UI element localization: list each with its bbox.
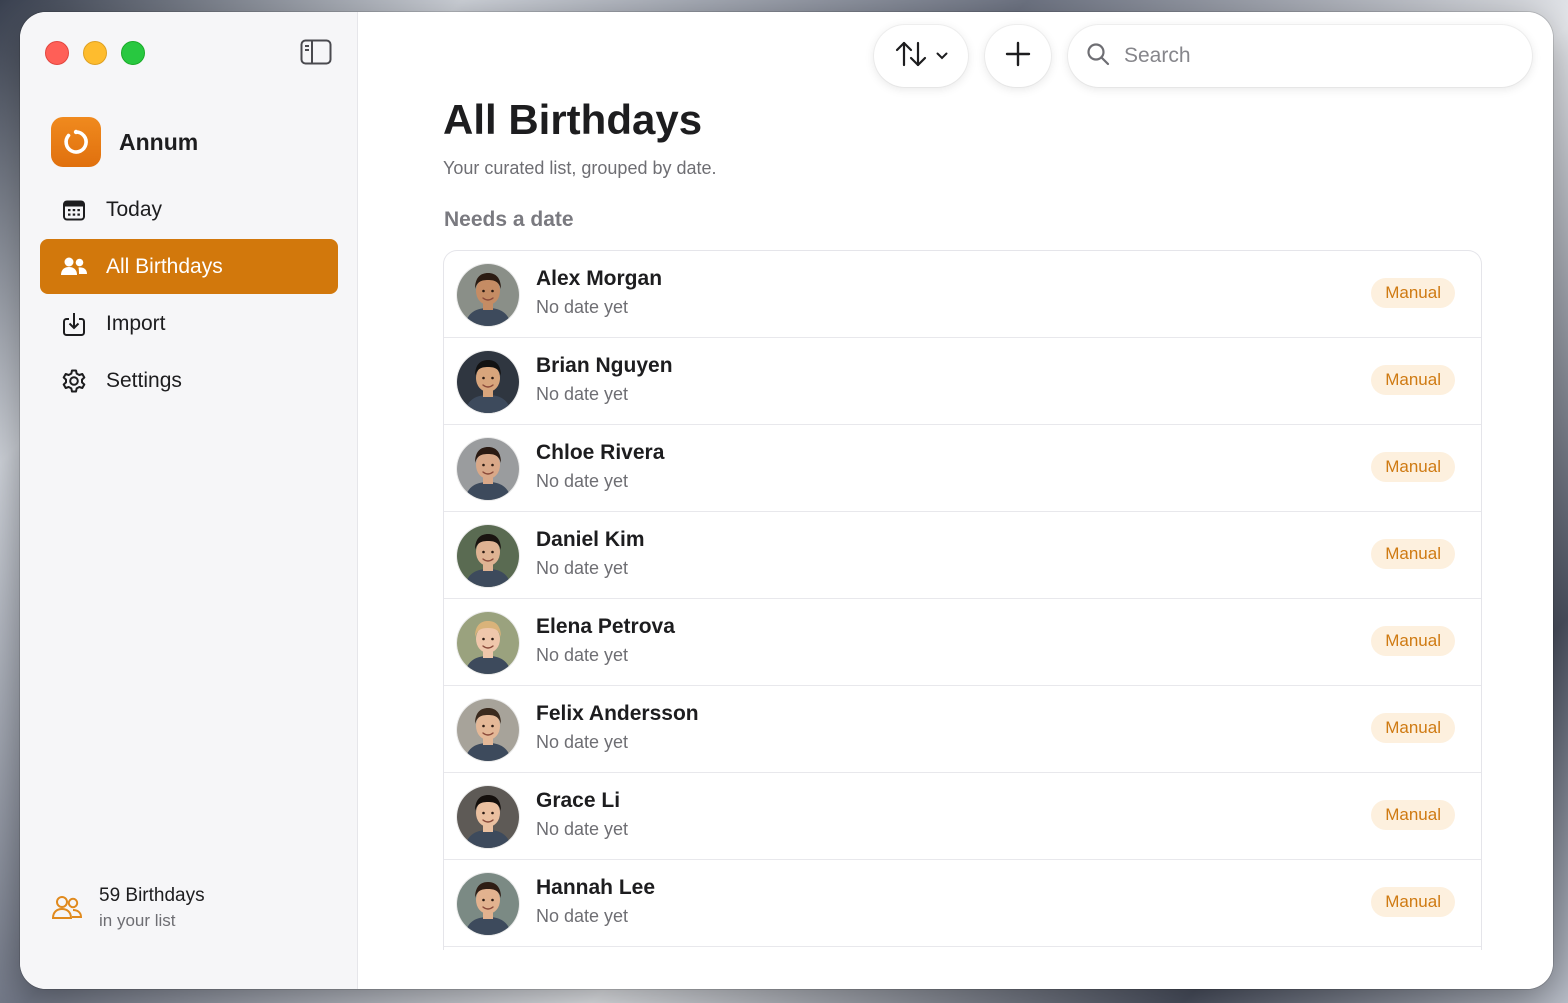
person-birthday-status: No date yet (536, 906, 629, 926)
source-badge: Manual (1371, 365, 1455, 395)
sidebar-item-today[interactable]: Today (40, 182, 338, 237)
list-item[interactable]: Grace Li No date yet Manual (444, 773, 1481, 860)
sidebar-item-label: All Birthdays (106, 254, 223, 278)
list-item[interactable]: Daniel Kim No date yet Manual (444, 512, 1481, 599)
person-birthday-status: No date yet (536, 819, 629, 839)
list-item[interactable]: Alex Morgan No date yet Manual (444, 251, 1481, 338)
avatar (457, 699, 519, 761)
sort-arrows-icon (894, 39, 928, 74)
person-name: Chloe Rivera (536, 441, 665, 464)
sidebar: Annum Today All Birthdays Import Setting… (20, 12, 358, 989)
person-name: Hannah Lee (536, 876, 656, 899)
close-window-button[interactable] (45, 41, 69, 65)
avatar (457, 351, 519, 413)
avatar (457, 264, 519, 326)
source-badge: Manual (1371, 452, 1455, 482)
gear-icon (60, 367, 88, 395)
person-name: Brian Nguyen (536, 354, 673, 377)
person-name: Elena Petrova (536, 615, 675, 638)
person-name: Alex Morgan (536, 267, 663, 290)
sidebar-item-all-birthdays[interactable]: All Birthdays (40, 239, 338, 294)
avatar (457, 438, 519, 500)
sidebar-item-label: Import (106, 311, 166, 335)
birthday-list: Alex Morgan No date yet Manual Brian Nguyen… (443, 250, 1482, 950)
list-item[interactable]: Chloe Rivera No date yet Manual (444, 425, 1481, 512)
page-subtitle: Your curated list, grouped by date. (443, 158, 717, 178)
chevron-down-icon (936, 47, 948, 65)
sidebar-item-label: Today (106, 197, 163, 221)
avatar (457, 525, 519, 587)
page-title: All Birthdays (443, 96, 703, 143)
main-content: All Birthdays Your curated list, grouped… (358, 12, 1553, 989)
list-item[interactable]: Elena Petrova No date yet Manual (444, 599, 1481, 686)
search-icon (1086, 42, 1110, 71)
person-birthday-status: No date yet (536, 297, 629, 317)
birthday-count-summary: 59 Birthdays in your list (51, 884, 205, 934)
source-badge: Manual (1371, 539, 1455, 569)
person-name: Daniel Kim (536, 528, 645, 551)
list-item[interactable]: Brian Nguyen No date yet Manual (444, 338, 1481, 425)
minimize-window-button[interactable] (83, 41, 107, 65)
section-header: Needs a date (444, 208, 574, 231)
person-name: Grace Li (536, 789, 621, 812)
source-badge: Manual (1371, 626, 1455, 656)
sort-button[interactable] (874, 25, 968, 87)
sidebar-item-import[interactable]: Import (40, 296, 338, 351)
app-brand: Annum (51, 117, 198, 167)
plus-icon (1005, 41, 1031, 72)
people-icon (60, 253, 88, 281)
window-controls (45, 41, 145, 65)
person-birthday-status: No date yet (536, 732, 629, 752)
sidebar-item-settings[interactable]: Settings (40, 353, 338, 408)
person-birthday-status: No date yet (536, 645, 629, 665)
list-item[interactable]: Hannah Lee No date yet Manual (444, 860, 1481, 947)
avatar (457, 612, 519, 674)
people-outline-icon (51, 884, 83, 927)
sidebar-nav: Today All Birthdays Import Settings (40, 182, 338, 410)
birthday-count-caption: in your list (99, 911, 176, 930)
app-logo-icon (51, 117, 101, 167)
sidebar-item-label: Settings (106, 368, 182, 392)
source-badge: Manual (1371, 278, 1455, 308)
avatar (457, 786, 519, 848)
person-birthday-status: No date yet (536, 471, 629, 491)
source-badge: Manual (1371, 800, 1455, 830)
person-birthday-status: No date yet (536, 384, 629, 404)
app-name: Annum (119, 128, 199, 155)
add-birthday-button[interactable] (985, 25, 1051, 87)
person-birthday-status: No date yet (536, 558, 629, 578)
search-field[interactable] (1068, 25, 1532, 87)
person-name: Felix Andersson (536, 702, 699, 725)
zoom-window-button[interactable] (121, 41, 145, 65)
source-badge: Manual (1371, 713, 1455, 743)
calendar-icon (60, 196, 88, 224)
app-window: Annum Today All Birthdays Import Setting… (20, 12, 1553, 989)
birthday-count: 59 Birthdays (99, 885, 205, 906)
sidebar-toggle-icon[interactable] (300, 39, 332, 65)
avatar (457, 873, 519, 935)
import-icon (60, 310, 88, 338)
source-badge: Manual (1371, 887, 1455, 917)
list-item[interactable]: Felix Andersson No date yet Manual (444, 686, 1481, 773)
search-input[interactable] (1124, 44, 1504, 68)
